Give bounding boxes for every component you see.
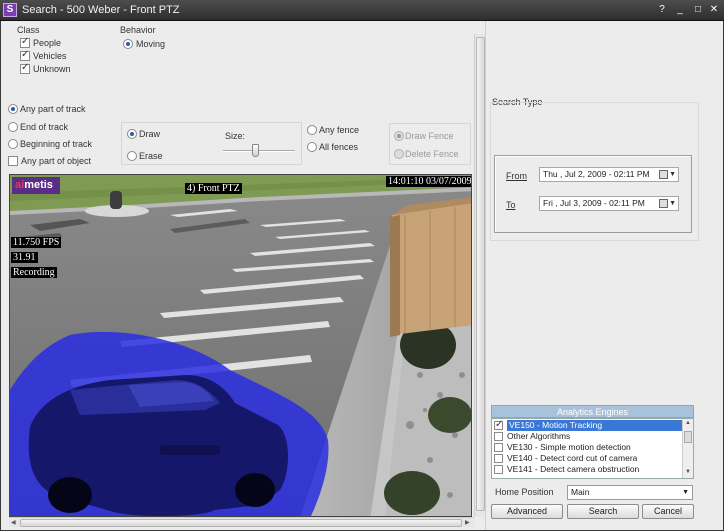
help-button[interactable]: ? xyxy=(654,3,670,17)
search-button[interactable]: Search xyxy=(567,504,639,519)
any-part-object-label: Any part of object xyxy=(21,156,92,166)
date-range-box: From Thu , Jul 2, 2009 - 02:11 PM ▼ To F… xyxy=(494,155,692,233)
any-fence-radio[interactable] xyxy=(307,125,317,135)
home-position-value: Main xyxy=(571,487,590,497)
analytics-item[interactable]: VE140 - Detect cord cut of camera xyxy=(493,453,679,464)
all-fences-label: All fences xyxy=(319,142,359,152)
horizontal-scrollbar[interactable]: ◀ ▶ xyxy=(9,517,474,527)
analytics-item-label: VE130 - Simple motion detection xyxy=(507,442,631,452)
maximize-button[interactable]: □ xyxy=(690,3,706,17)
aimetis-logo-rest: metis xyxy=(24,179,53,191)
analytics-item[interactable]: VE130 - Simple motion detection xyxy=(493,442,679,453)
home-position-label: Home Position xyxy=(495,487,554,497)
calendar-icon[interactable] xyxy=(659,170,668,179)
right-pane: Search Type From Thu , Jul 2, 2009 - 02:… xyxy=(485,21,723,530)
to-date-field[interactable]: Fri , Jul 3, 2009 - 02:11 PM ▼ xyxy=(539,196,679,211)
any-part-object-checkbox[interactable] xyxy=(8,156,18,166)
moving-radio[interactable] xyxy=(123,39,133,49)
vertical-scrollbar[interactable] xyxy=(474,34,485,517)
advanced-button[interactable]: Advanced xyxy=(491,504,563,519)
analytics-item-label: VE140 - Detect cord cut of camera xyxy=(507,453,638,463)
analytics-item[interactable]: VE141 - Detect camera obstruction xyxy=(493,464,679,475)
any-part-track-label: Any part of track xyxy=(20,104,86,114)
draw-radio[interactable] xyxy=(127,129,137,139)
calendar-icon[interactable] xyxy=(659,199,668,208)
vertical-scroll-thumb[interactable] xyxy=(476,37,485,511)
value-readout: 31.91 xyxy=(11,252,38,263)
scroll-right-arrow-icon[interactable]: ▶ xyxy=(465,519,470,526)
unknown-checkbox[interactable] xyxy=(20,62,30,74)
analytics-engines-header: Analytics Engines xyxy=(491,405,694,418)
camera-label: 4) Front PTZ xyxy=(185,183,242,194)
fps-readout: 11.750 FPS xyxy=(11,237,62,248)
analytics-item[interactable]: VE150 - Motion Tracking xyxy=(493,419,683,431)
client-area: Class People Vehicles Unknown Behavior M… xyxy=(1,21,723,530)
app-icon: S xyxy=(3,3,17,17)
recording-status: Recording xyxy=(11,267,57,278)
analytics-item-checkbox[interactable] xyxy=(494,465,503,474)
to-date-value: Fri , Jul 3, 2009 - 02:11 PM xyxy=(543,198,645,208)
any-fence-label: Any fence xyxy=(319,125,360,135)
aimetis-logo: aimetis xyxy=(12,177,60,194)
unknown-label: Unknown xyxy=(33,64,71,74)
analytics-item-checkbox[interactable] xyxy=(494,443,503,452)
chevron-down-icon[interactable]: ▼ xyxy=(669,197,676,210)
video-view[interactable]: aimetis 4) Front PTZ 14:01:10 03/07/2009… xyxy=(9,174,472,517)
delete-fence-label: Delete Fence xyxy=(405,149,459,159)
horizontal-scroll-thumb[interactable] xyxy=(20,519,462,527)
erase-label: Erase xyxy=(139,151,163,161)
to-label: To xyxy=(506,200,516,210)
analytics-item-checkbox[interactable] xyxy=(494,432,503,441)
analytics-item-checkbox[interactable] xyxy=(494,454,503,463)
end-of-track-label: End of track xyxy=(20,122,69,132)
vehicles-checkbox[interactable] xyxy=(20,49,30,61)
draw-fence-radio[interactable] xyxy=(394,131,404,141)
title-bar: S Search - 500 Weber - Front PTZ ? _ □ ✕ xyxy=(0,0,724,21)
analytics-item-label: VE150 - Motion Tracking xyxy=(507,420,683,431)
analytics-item[interactable]: Other Algorithms xyxy=(493,431,679,442)
people-checkbox[interactable] xyxy=(20,36,30,48)
from-date-value: Thu , Jul 2, 2009 - 02:11 PM xyxy=(543,169,650,179)
minimize-button[interactable]: _ xyxy=(672,3,688,17)
size-label: Size: xyxy=(225,131,246,141)
people-label: People xyxy=(33,38,62,48)
close-button[interactable]: ✕ xyxy=(706,3,722,17)
vehicles-label: Vehicles xyxy=(33,51,67,61)
from-label: From xyxy=(506,171,527,181)
delete-fence-radio[interactable] xyxy=(394,149,404,159)
erase-radio[interactable] xyxy=(127,151,137,161)
analytics-item-checkbox[interactable] xyxy=(494,419,503,430)
size-slider-thumb[interactable] xyxy=(252,144,260,157)
draw-fence-label: Draw Fence xyxy=(405,131,454,141)
scroll-down-arrow-icon[interactable]: ▼ xyxy=(685,469,691,475)
left-pane: Class People Vehicles Unknown Behavior M… xyxy=(1,21,485,530)
aimetis-logo-prefix: ai xyxy=(15,179,25,191)
end-of-track-radio[interactable] xyxy=(8,122,18,132)
moving-label: Moving xyxy=(136,39,166,49)
cancel-button[interactable]: Cancel xyxy=(642,504,694,519)
analytics-scroll-thumb[interactable] xyxy=(684,431,692,443)
draw-label: Draw xyxy=(139,129,161,139)
video-timestamp: 14:01:10 03/07/2009 xyxy=(386,176,472,187)
scroll-up-arrow-icon[interactable]: ▲ xyxy=(685,420,691,426)
behavior-label: Behavior xyxy=(120,25,156,35)
scroll-left-arrow-icon[interactable]: ◀ xyxy=(11,519,16,526)
beginning-of-track-label: Beginning of track xyxy=(20,139,93,149)
chevron-down-icon[interactable]: ▼ xyxy=(669,168,676,181)
analytics-engines-list[interactable]: VE150 - Motion Tracking Other Algorithms… xyxy=(491,418,694,479)
home-position-select[interactable]: Main ▼ xyxy=(567,485,693,500)
any-part-track-radio[interactable] xyxy=(8,104,18,114)
window-title: Search - 500 Weber - Front PTZ xyxy=(22,4,180,16)
from-date-field[interactable]: Thu , Jul 2, 2009 - 02:11 PM ▼ xyxy=(539,167,679,182)
analytics-item-label: Other Algorithms xyxy=(507,431,571,441)
chevron-down-icon: ▼ xyxy=(682,489,689,496)
analytics-scrollbar[interactable]: ▲ ▼ xyxy=(682,419,693,478)
beginning-of-track-radio[interactable] xyxy=(8,139,18,149)
all-fences-radio[interactable] xyxy=(307,142,317,152)
class-label: Class xyxy=(17,25,40,35)
camera-image xyxy=(10,175,471,516)
analytics-item-label: VE141 - Detect camera obstruction xyxy=(507,464,640,474)
